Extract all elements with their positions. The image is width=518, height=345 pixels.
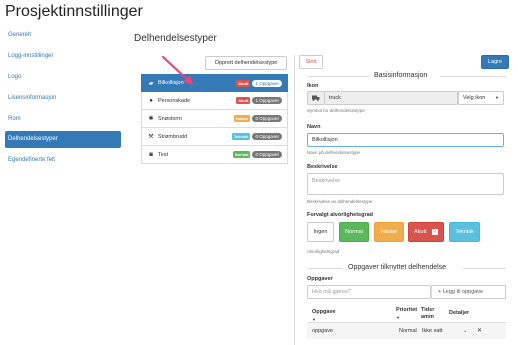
close-icon[interactable]: ✕ — [477, 327, 482, 334]
icon-value: truck — [329, 95, 341, 101]
task-input-placeholder: Hva må gjøres? — [312, 289, 351, 295]
choose-icon-dropdown[interactable]: Velg ikon ▼ — [458, 91, 504, 105]
name-value: Bilkollisjon — [312, 137, 338, 143]
sidebar-item-egendefinerte-felt[interactable]: Egendefinerte felt — [5, 152, 121, 169]
section-title: Delhendelsestyper — [134, 33, 217, 44]
divider — [440, 76, 506, 77]
description-label: Beskrivelse — [307, 164, 338, 170]
sidebar-item-delhendelsestyper[interactable]: Delhendelsestyper — [5, 131, 121, 149]
description-field[interactable]: Beskrivelse — [307, 173, 504, 195]
caret-down-icon: ▼ — [495, 95, 499, 100]
divider — [307, 268, 342, 269]
description-help: Beskrivelse av delhendelsestype — [307, 199, 373, 204]
chevron-down-icon[interactable]: ⌄ — [463, 328, 467, 334]
severity-badge: Akutt — [236, 97, 251, 104]
name-label: Navn — [307, 124, 321, 130]
page-title: Prosjektinnstillinger — [5, 3, 143, 20]
wrench-icon: ⚒ — [148, 134, 154, 140]
count-badge: 1 Oppgaver — [252, 79, 282, 87]
type-row-strombrudd[interactable]: ⚒ Strømbrudd Teknisk 0 Oppgaver — [141, 128, 288, 146]
count-badge: 0 Oppgaver — [252, 151, 282, 158]
sidebar-item-generelt[interactable]: Generelt — [5, 27, 121, 44]
severity-option-akutt[interactable]: Akutt ✓ — [408, 222, 444, 242]
severity-option-hoster[interactable]: Høster — [374, 222, 404, 242]
snowflake-icon: ✱ — [148, 116, 154, 122]
count-badge: 1 Oppgaver — [252, 97, 282, 104]
type-label: Strømbrudd — [158, 133, 188, 140]
divider — [294, 55, 295, 345]
type-label: Test — [158, 151, 169, 158]
task-priority: Normal — [399, 328, 417, 334]
severity-help: Alvorlighetsgrad — [307, 249, 340, 254]
table-row[interactable]: oppgave Normal Ikke satt ⌄ ✕ — [307, 322, 506, 339]
count-badge: 0 Oppgaver — [252, 115, 282, 122]
severity-option-ingen[interactable]: Ingen — [307, 222, 334, 242]
basic-info-header: Basisinformasjon — [374, 72, 428, 79]
sidebar-item-logo[interactable]: Logo — [5, 69, 121, 86]
description-placeholder: Beskrivelse — [312, 178, 341, 184]
add-task-button[interactable]: + Legg til oppgave — [431, 285, 506, 299]
sidebar: Generelt Logg-innstillinger Logo Lisensi… — [5, 27, 121, 173]
severity-option-normal[interactable]: Normal — [339, 222, 369, 242]
sidebar-item-logg-innstillinger[interactable]: Logg-innstillinger — [5, 48, 121, 65]
icon-label: Ikon — [307, 83, 319, 89]
divider — [307, 76, 369, 77]
task-timeframe: Ikke satt — [422, 328, 443, 334]
type-row-personskade[interactable]: ● Personskade Akutt 1 Oppgaver — [141, 92, 288, 110]
sort-icon: ▼ — [396, 315, 400, 320]
type-label: Personskade — [158, 97, 191, 104]
severity-badge: Akutt — [236, 79, 251, 87]
task-name: oppgave — [312, 328, 334, 334]
name-help: Navn på delhendelsestype — [307, 150, 361, 155]
type-row-snostorm[interactable]: ✱ Snøstorm Høster 0 Oppgaver — [141, 110, 288, 128]
severity-badge: Normal — [232, 151, 251, 158]
column-header-detaljer[interactable]: Detaljer — [449, 310, 469, 317]
choose-icon-label: Velg ikon — [463, 95, 486, 101]
tasks-header: Oppgaver tilknyttet delhendelse — [348, 264, 447, 271]
type-row-test[interactable]: ◙ Test Normal 0 Oppgaver — [141, 146, 288, 164]
count-badge: 0 Oppgaver — [252, 133, 282, 140]
camera-icon: ◙ — [149, 151, 153, 158]
tasks-label: Oppgaver — [307, 276, 333, 282]
task-input[interactable]: Hva må gjøres? — [307, 285, 431, 299]
truck-icon — [307, 91, 324, 105]
user-icon: ● — [149, 97, 153, 104]
sidebar-item-lisensinformasjon[interactable]: Lisensinformasjon — [5, 90, 121, 107]
severity-option-teknisk[interactable]: Teknisk — [449, 222, 480, 242]
column-label: Prioritet — [396, 307, 418, 313]
column-label: Oppgave — [312, 309, 336, 315]
sidebar-item-rom[interactable]: Rom — [5, 111, 121, 128]
icon-help: Symbol for delhendelsestype — [307, 108, 365, 113]
checkbox-checked-icon: ✓ — [432, 229, 438, 235]
divider — [463, 268, 506, 269]
add-task-label: Legg til oppgave — [442, 289, 484, 295]
icon-field[interactable]: truck — [324, 91, 458, 105]
column-header-prioritet[interactable]: Prioritet ▼ — [396, 307, 417, 322]
type-label: Snøstorm — [158, 115, 182, 122]
save-button[interactable]: Lagre — [481, 55, 509, 69]
pointer-arrow-icon — [161, 55, 193, 85]
severity-option-label: Akutt — [414, 229, 427, 235]
severity-label: Forvalgt alvorlighetsgrad — [307, 212, 374, 218]
severity-badge: Teknisk — [231, 133, 251, 140]
name-field[interactable]: Bilkollisjon — [307, 133, 504, 147]
truck-icon: ▰ — [148, 80, 154, 87]
delete-button[interactable]: Slett — [299, 55, 323, 69]
severity-badge: Høster — [233, 115, 251, 122]
create-type-button[interactable]: Opprett delhendelsestype — [205, 56, 287, 70]
